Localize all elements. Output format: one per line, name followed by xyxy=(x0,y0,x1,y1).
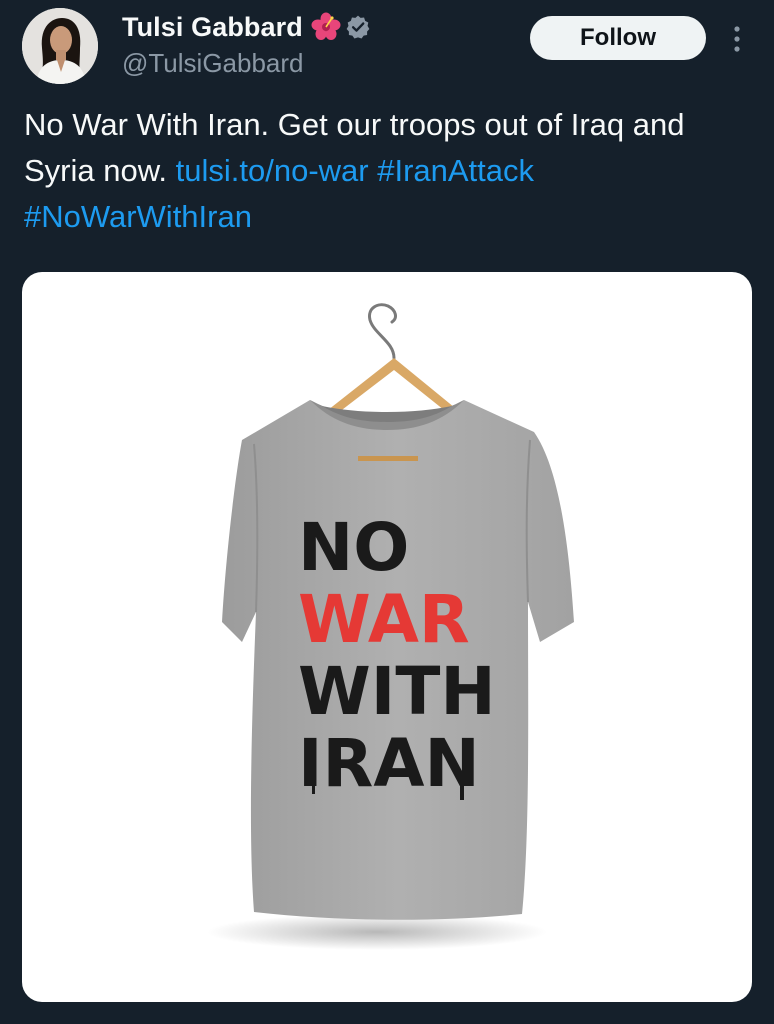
avatar-image xyxy=(22,8,98,84)
author-handle[interactable]: @TulsiGabbard xyxy=(122,48,304,79)
author-avatar[interactable] xyxy=(22,8,98,84)
shirt-text-no: NO xyxy=(298,509,409,586)
verified-badge-icon[interactable] xyxy=(345,14,371,40)
shirt-text-war: WAR xyxy=(298,581,470,658)
shirt-text-with: WITH xyxy=(298,653,496,730)
hashtag-iran-attack[interactable]: #IranAttack xyxy=(377,153,534,188)
tweet-link[interactable]: tulsi.to/no-war xyxy=(176,153,369,188)
author-display-name[interactable]: Tulsi Gabbard xyxy=(122,12,303,43)
hibiscus-flower-icon xyxy=(311,12,341,42)
tweet-media-image[interactable]: NO WAR WITH IRAN xyxy=(22,272,752,1002)
tweet-container: Tulsi Gabbard @TulsiGabbard Follow No Wa… xyxy=(0,0,774,1024)
more-vertical-icon[interactable] xyxy=(728,22,746,56)
tweet-text: No War With Iran. Get our troops out of … xyxy=(24,102,754,240)
shirt-text-iran: IRAN xyxy=(298,725,480,802)
author-name-row: Tulsi Gabbard xyxy=(122,10,371,44)
tshirt-image: NO WAR WITH IRAN xyxy=(207,303,574,950)
follow-button[interactable]: Follow xyxy=(530,16,706,60)
hashtag-no-war-with-iran[interactable]: #NoWarWithIran xyxy=(24,199,252,234)
